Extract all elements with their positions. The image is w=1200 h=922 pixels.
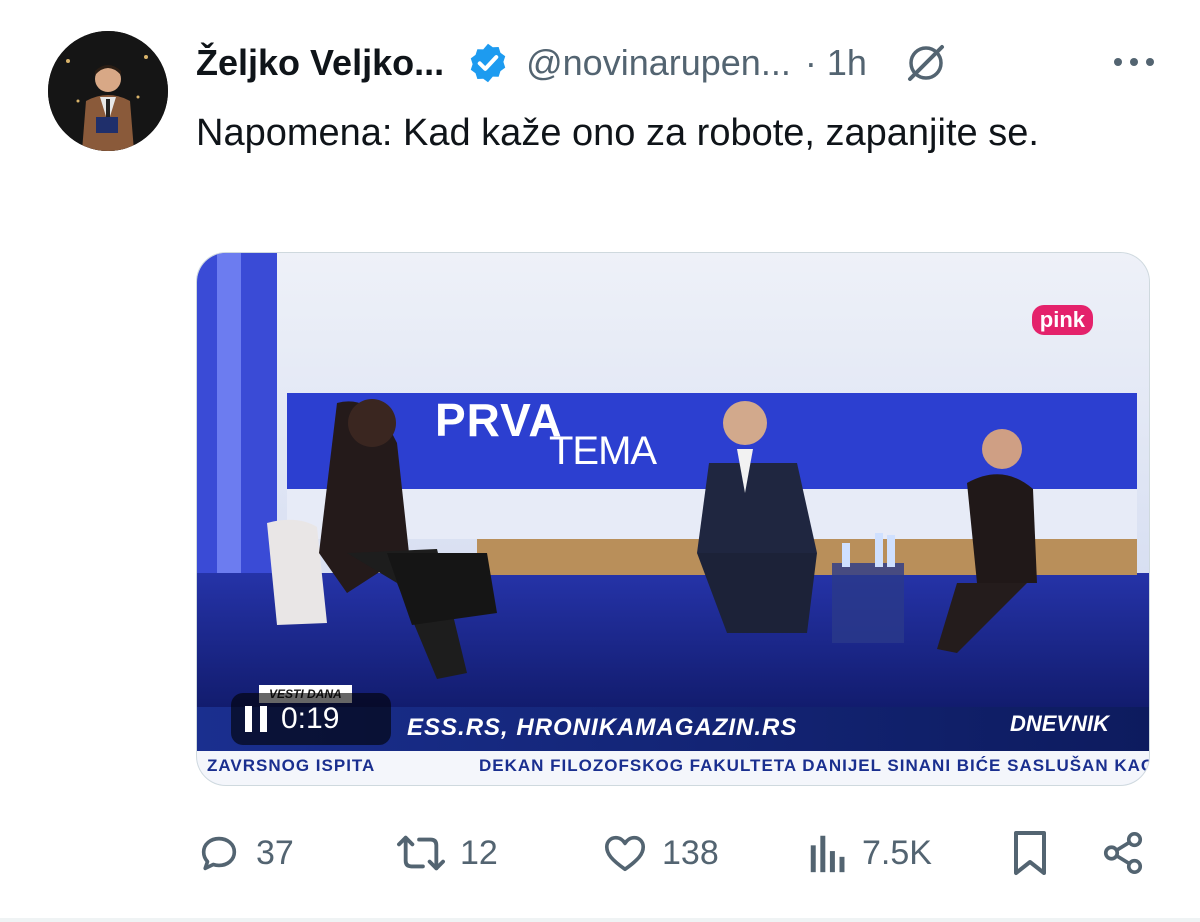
post-header: Željko Veljko... @novinarupen... · 1h [196,38,1156,88]
ticker-url: ESS.RS, HRONIKAMAGAZIN.RS [407,714,798,741]
reply-button[interactable]: 37 [196,828,294,878]
author-name[interactable]: Željko Veljko... [196,42,444,84]
share-icon [1103,832,1143,874]
news-brand: DNEVNIK [1009,711,1109,736]
ticker-news-2: DEKAN FILOZOFSKOG FAKULTETA DANIJEL SINA… [479,756,1150,775]
reply-count: 37 [256,833,294,872]
like-icon [604,835,646,872]
views-icon [810,835,845,873]
views-button[interactable]: 7.5K [808,828,932,878]
author-avatar[interactable] [48,31,168,151]
video-controls[interactable]: 0:19 [231,693,391,745]
like-count: 138 [662,833,719,872]
post-time[interactable]: 1h [827,42,867,84]
channel-logo: pink [1031,305,1093,335]
show-title-line2: TEMA [549,429,657,473]
show-title-line1: PRVA [435,394,563,446]
more-icon[interactable] [1112,40,1156,84]
ticker-news-1: ZAVRSNOG ISPITA [207,756,376,775]
bookmark-icon [1014,831,1046,875]
post-actions: 37 12 138 7.5K [196,828,1150,878]
post-divider [0,918,1200,922]
video-elapsed-time: 0:19 [281,702,340,735]
repost-button[interactable]: 12 [396,828,498,878]
video-player[interactable]: pink PRVA TEMA VESTI DANA ESS.RS, HRONIK… [196,252,1150,786]
like-button[interactable]: 138 [602,828,719,878]
post-text: Napomena: Kad kaže ono za robote, zapanj… [196,112,1039,154]
grok-icon[interactable] [901,38,951,88]
bookmark-button[interactable] [1010,828,1050,878]
repost-icon [397,835,445,871]
share-button[interactable] [1100,828,1146,878]
repost-count: 12 [460,833,498,872]
reply-icon [201,836,237,871]
verified-badge-icon[interactable] [466,41,510,85]
pause-icon[interactable] [245,706,267,732]
separator-dot: · [804,42,817,83]
view-count: 7.5K [862,833,932,872]
author-handle[interactable]: @novinarupen... [526,42,791,84]
